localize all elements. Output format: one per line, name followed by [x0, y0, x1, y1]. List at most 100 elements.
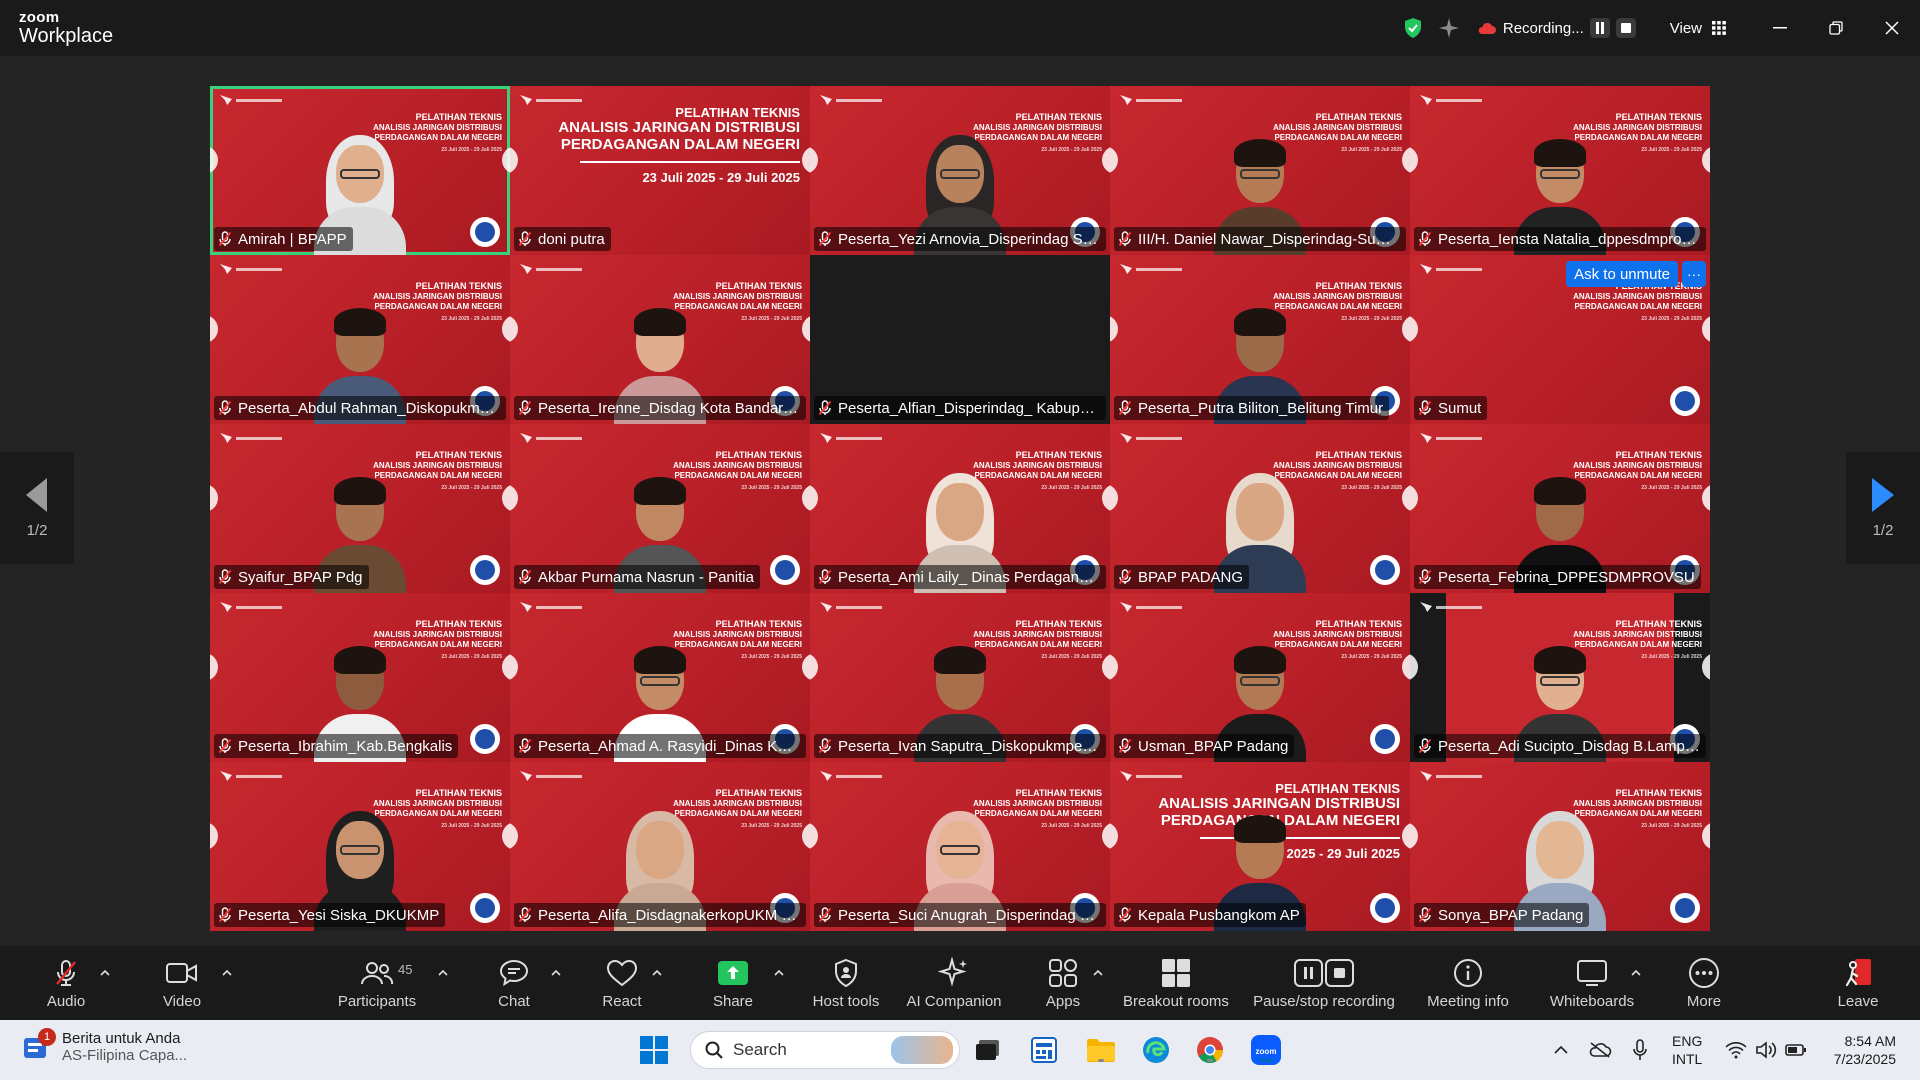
participant-name-tag: Amirah | BPAPP — [214, 227, 353, 251]
participant-tile[interactable]: PELATIHAN TEKNISANALISIS JARINGAN DISTRI… — [1410, 762, 1710, 931]
wifi-icon — [1725, 1042, 1747, 1059]
microphone-tray-button[interactable] — [1630, 1038, 1650, 1062]
pause-stop-recording-button[interactable]: Pause/stop recording — [1250, 946, 1398, 1020]
calculator-app-button[interactable] — [1028, 1034, 1060, 1066]
ask-to-unmute-button[interactable]: Ask to unmute — [1566, 261, 1678, 287]
leave-button[interactable]: Leave — [1834, 946, 1882, 1020]
more-button[interactable]: More — [1682, 946, 1726, 1020]
participant-name: Akbar Purnama Nasrun - Panitia — [538, 568, 754, 586]
search-highlight-image — [891, 1036, 953, 1064]
recording-indicator[interactable]: Recording... — [1477, 18, 1636, 38]
banner-dates: 23 Juli 2025 - 29 Juli 2025 — [1641, 316, 1702, 323]
participant-tile[interactable]: PELATIHAN TEKNISANALISIS JARINGAN DISTRI… — [1110, 762, 1410, 931]
participant-tile[interactable]: PELATIHAN TEKNISANALISIS JARINGAN DISTRI… — [510, 593, 810, 762]
whiteboards-options-caret[interactable] — [1627, 964, 1645, 982]
participants-options-caret[interactable] — [434, 964, 452, 982]
participant-tile[interactable]: PELATIHAN TEKNISANALISIS JARINGAN DISTRI… — [810, 424, 1110, 593]
participant-tile[interactable]: PELATIHAN TEKNISANALISIS JARINGAN DISTRI… — [1410, 255, 1710, 424]
restore-button[interactable] — [1808, 0, 1864, 56]
more-label: More — [1686, 992, 1722, 1010]
meeting-info-button[interactable]: Meeting info — [1420, 946, 1516, 1020]
whiteboards-button[interactable]: Whiteboards — [1546, 946, 1638, 1020]
ministry-logo — [1120, 264, 1182, 274]
share-button[interactable]: Share — [712, 946, 754, 1020]
participant-tile[interactable]: PELATIHAN TEKNISANALISIS JARINGAN DISTRI… — [810, 86, 1110, 255]
participant-name: Peserta_Febrina_DPPESDMPROVSU — [1438, 568, 1695, 586]
breakout-rooms-button[interactable]: Breakout rooms — [1120, 946, 1232, 1020]
share-options-caret[interactable] — [770, 964, 788, 982]
participant-tile[interactable]: PELATIHAN TEKNISANALISIS JARINGAN DISTRI… — [1410, 593, 1710, 762]
encryption-shield-icon[interactable] — [1401, 16, 1425, 40]
show-hidden-icons-button[interactable] — [1550, 1038, 1572, 1062]
participant-tile[interactable]: PELATIHAN TEKNISANALISIS JARINGAN DISTRI… — [510, 424, 810, 593]
ai-sparkle-icon[interactable] — [1437, 16, 1461, 40]
view-button[interactable]: View — [1670, 20, 1726, 37]
participants-button[interactable]: Participants — [334, 946, 420, 1020]
task-view-button[interactable] — [972, 1034, 1004, 1066]
participant-tile[interactable]: PELATIHAN TEKNISANALISIS JARINGAN DISTRI… — [1410, 424, 1710, 593]
participant-tile[interactable]: PELATIHAN TEKNISANALISIS JARINGAN DISTRI… — [810, 762, 1110, 931]
react-options-caret[interactable] — [648, 964, 666, 982]
mic-muted-icon — [218, 400, 232, 416]
banner-line2b: PERDAGANGAN DALAM NEGERI — [560, 135, 800, 153]
input-language-indicator[interactable]: ENG INTL — [1672, 1032, 1702, 1068]
banner-line1: PELATIHAN TEKNIS — [1615, 450, 1702, 460]
participant-tile[interactable]: PELATIHAN TEKNISANALISIS JARINGAN DISTRI… — [210, 255, 510, 424]
participant-name-tag: III/H. Daniel Nawar_Disperindag-Sum... — [1114, 227, 1406, 251]
close-window-button[interactable] — [1864, 0, 1920, 56]
participant-tile[interactable]: PELATIHAN TEKNISANALISIS JARINGAN DISTRI… — [1110, 593, 1410, 762]
participant-tile[interactable]: PELATIHAN TEKNISANALISIS JARINGAN DISTRI… — [210, 424, 510, 593]
ministry-logo — [1120, 95, 1182, 105]
edge-browser-button[interactable] — [1140, 1034, 1172, 1066]
banner-line1: PELATIHAN TEKNIS — [1275, 781, 1400, 796]
chat-options-caret[interactable] — [547, 964, 565, 982]
stop-recording-button[interactable] — [1615, 18, 1636, 38]
banner-line1: PELATIHAN TEKNIS — [1015, 112, 1102, 122]
participant-name-tag: Sumut — [1414, 396, 1488, 420]
participant-tile[interactable]: PELATIHAN TEKNISANALISIS JARINGAN DISTRI… — [510, 255, 810, 424]
chat-button[interactable]: Chat — [494, 946, 534, 1020]
video-options-caret[interactable] — [218, 964, 236, 982]
previous-page-button[interactable]: 1/2 — [0, 452, 74, 564]
participant-tile[interactable]: PELATIHAN TEKNISANALISIS JARINGAN DISTRI… — [210, 86, 510, 255]
chrome-browser-button[interactable] — [1194, 1034, 1226, 1066]
participant-tile[interactable]: Peserta_Alfian_Disperindag_ Kabupat... — [810, 255, 1110, 424]
participant-tile[interactable]: PELATIHAN TEKNISANALISIS JARINGAN DISTRI… — [810, 593, 1110, 762]
banner-line2b: PERDAGANGAN DALAM NEGERI — [1574, 302, 1702, 312]
apps-options-caret[interactable] — [1089, 964, 1107, 982]
page-indicator-right: 1/2 — [1872, 521, 1894, 539]
pause-recording-button[interactable] — [1589, 18, 1610, 38]
participant-tile[interactable]: PELATIHAN TEKNISANALISIS JARINGAN DISTRI… — [210, 762, 510, 931]
share-screen-icon — [718, 960, 748, 985]
react-button[interactable]: React — [601, 946, 643, 1020]
onedrive-tray-button[interactable] — [1588, 1038, 1612, 1062]
taskbar-search[interactable]: Search — [690, 1031, 960, 1069]
participant-tile[interactable]: PELATIHAN TEKNISANALISIS JARINGAN DISTRI… — [1110, 86, 1410, 255]
participant-tile[interactable]: PELATIHAN TEKNISANALISIS JARINGAN DISTRI… — [510, 762, 810, 931]
arrow-left-icon — [26, 477, 47, 512]
file-explorer-button[interactable] — [1085, 1034, 1117, 1066]
start-button[interactable] — [638, 1034, 670, 1066]
participant-tile[interactable]: PELATIHAN TEKNISANALISIS JARINGAN DISTRI… — [210, 593, 510, 762]
audio-options-caret[interactable] — [96, 964, 114, 982]
news-widget[interactable]: 1 Berita untuk Anda AS-Filipina Capa... — [22, 1028, 187, 1064]
next-page-button[interactable]: 1/2 — [1846, 452, 1920, 564]
participant-name-tag: Peserta_Ahmad A. Rasyidi_Dinas KUK... — [514, 734, 806, 758]
ai-companion-button[interactable]: AI Companion — [904, 946, 1004, 1020]
system-clock[interactable]: 8:54 AM 7/23/2025 — [1834, 1032, 1896, 1068]
mic-muted-icon — [518, 907, 532, 923]
participant-tile[interactable]: PELATIHAN TEKNISANALISIS JARINGAN DISTRI… — [1110, 255, 1410, 424]
participant-tile[interactable]: PELATIHAN TEKNISANALISIS JARINGAN DISTRI… — [1410, 86, 1710, 255]
minimize-button[interactable] — [1752, 0, 1808, 56]
video-button[interactable]: Video — [158, 946, 206, 1020]
participant-tile[interactable]: PELATIHAN TEKNISANALISIS JARINGAN DISTRI… — [1110, 424, 1410, 593]
tile-more-button[interactable]: ··· — [1682, 261, 1706, 287]
host-tools-button[interactable]: Host tools — [808, 946, 884, 1020]
quick-settings-button[interactable] — [1724, 1038, 1808, 1062]
participant-name: Kepala Pusbangkom AP — [1138, 906, 1300, 924]
apps-button[interactable]: Apps — [1040, 946, 1086, 1020]
participant-tile[interactable]: PELATIHAN TEKNISANALISIS JARINGAN DISTRI… — [510, 86, 810, 255]
zoom-app-button[interactable]: zoom — [1250, 1034, 1282, 1066]
leave-icon — [1845, 958, 1871, 986]
audio-button[interactable]: Audio — [42, 946, 90, 1020]
